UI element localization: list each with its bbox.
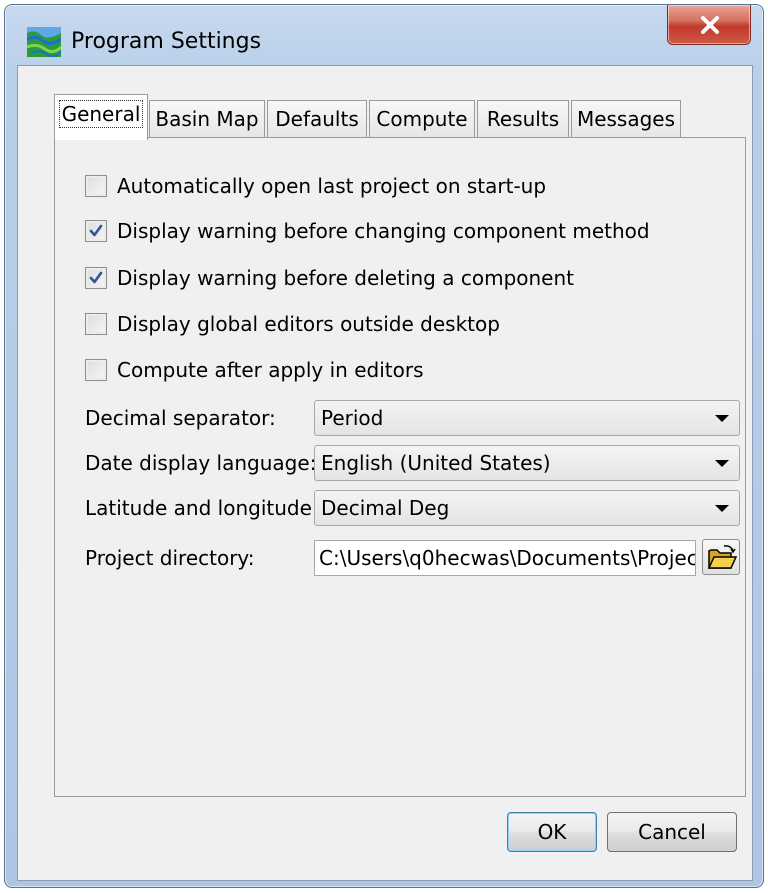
tab-compute-label: Compute [376,107,468,131]
warn-delete-component-label: Display warning before deleting a compon… [117,266,574,290]
chevron-down-icon [715,415,729,422]
general-tab-panel: Automatically open last project on start… [54,137,746,797]
decimal-separator-select[interactable]: Period [314,400,740,436]
warn-change-method-label: Display warning before changing componen… [117,219,650,243]
tab-defaults[interactable]: Defaults [267,100,367,138]
tab-compute[interactable]: Compute [369,100,475,138]
ok-button[interactable]: OK [507,812,597,852]
tab-defaults-label: Defaults [275,107,359,131]
option-warn-change-method[interactable]: Display warning before changing componen… [85,217,650,245]
lat-lon-select[interactable]: Decimal Deg [314,490,740,526]
dialog-client-area: General Basin Map Defaults Compute Resul… [17,65,753,881]
close-icon [701,16,719,34]
global-editors-checkbox[interactable] [85,313,107,335]
compute-after-apply-checkbox[interactable] [85,359,107,381]
option-compute-after-apply[interactable]: Compute after apply in editors [85,356,424,384]
warn-change-method-checkbox[interactable] [85,220,107,242]
option-global-editors-outside[interactable]: Display global editors outside desktop [85,310,500,338]
program-settings-window: Program Settings General Basin Map Defau… [4,4,764,888]
watershed-icon [26,27,63,58]
lat-lon-value: Decimal Deg [321,496,450,520]
tab-general[interactable]: General [54,94,148,140]
tab-general-label: General [58,100,144,128]
auto-open-checkbox[interactable] [85,175,107,197]
option-warn-delete-component[interactable]: Display warning before deleting a compon… [85,264,574,292]
chevron-down-icon [715,505,729,512]
decimal-separator-label: Decimal separator: [85,406,276,430]
window-title: Program Settings [71,29,262,54]
tab-results[interactable]: Results [477,100,569,138]
tab-basin-map[interactable]: Basin Map [149,100,265,138]
project-directory-input[interactable]: C:\Users\q0hecwas\Documents\Projects [314,540,696,576]
date-language-value: English (United States) [321,451,551,475]
tab-results-label: Results [486,107,560,131]
date-language-label: Date display language: [85,451,317,475]
compute-after-apply-label: Compute after apply in editors [117,358,424,382]
project-directory-label: Project directory: [85,546,255,570]
open-folder-icon [707,545,737,569]
title-bar[interactable]: Program Settings [5,5,763,65]
checkmark-icon [89,224,103,237]
warn-delete-component-checkbox[interactable] [85,267,107,289]
tab-messages[interactable]: Messages [571,100,681,138]
lat-lon-label: Latitude and longitude: [85,496,319,520]
close-button[interactable] [667,5,751,45]
decimal-separator-value: Period [321,406,384,430]
option-auto-open-last-project[interactable]: Automatically open last project on start… [85,172,546,200]
tab-basin-map-label: Basin Map [155,107,259,131]
browse-directory-button[interactable] [702,539,740,575]
tab-messages-label: Messages [576,107,676,131]
cancel-button[interactable]: Cancel [607,812,737,852]
global-editors-label: Display global editors outside desktop [117,312,500,336]
chevron-down-icon [715,460,729,467]
auto-open-label: Automatically open last project on start… [117,174,547,198]
checkmark-icon [89,271,103,284]
date-language-select[interactable]: English (United States) [314,445,740,481]
